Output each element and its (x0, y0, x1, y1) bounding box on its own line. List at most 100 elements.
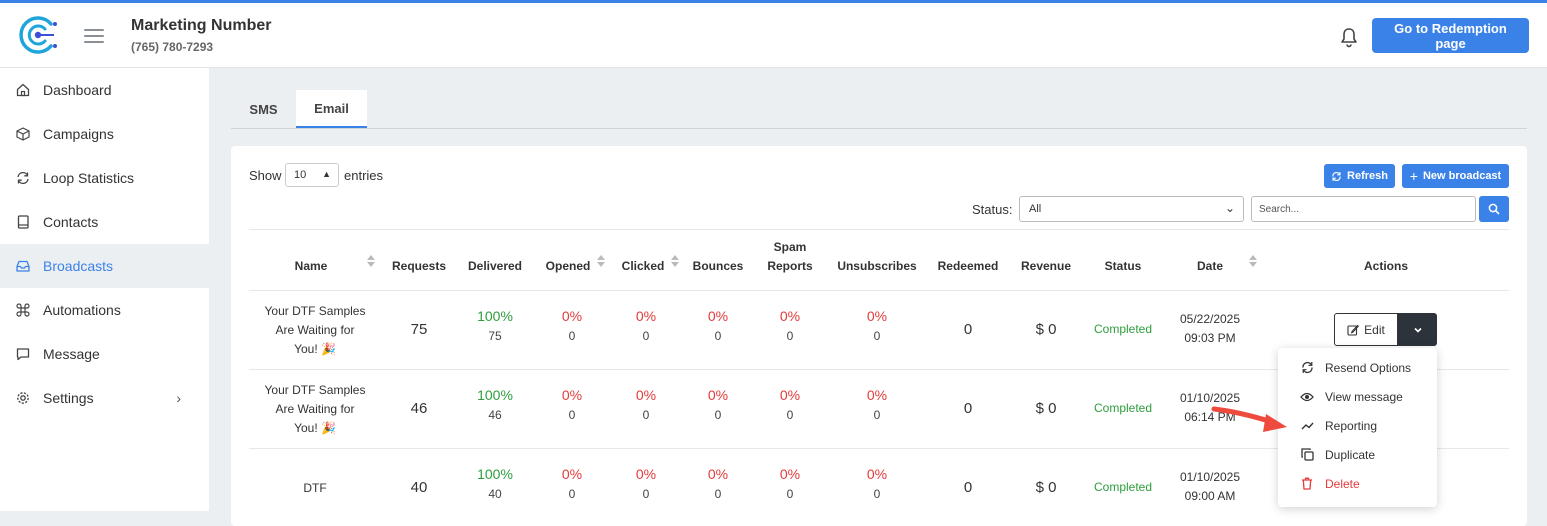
menu-item-duplicate[interactable]: Duplicate (1278, 440, 1437, 469)
table-top-divider (249, 229, 1509, 230)
sidebar-item-automations[interactable]: Automations (0, 288, 209, 332)
go-to-redemption-button[interactable]: Go to Redemption page (1372, 18, 1529, 53)
status-badge: Completed (1093, 322, 1153, 336)
date-cell: 05/22/2025 09:03 PM (1175, 310, 1245, 348)
col-header-clicked[interactable]: Clicked (615, 240, 671, 286)
sidebar-item-message[interactable]: Message (0, 332, 209, 376)
sort-icon[interactable] (671, 255, 681, 269)
sidebar-item-contacts[interactable]: Contacts (0, 200, 209, 244)
opened-count: 0 (568, 408, 576, 422)
unsub-percent: 0% (866, 466, 888, 482)
sidebar-item-dashboard[interactable]: Dashboard (0, 68, 209, 112)
trash-icon (1300, 477, 1314, 491)
sort-icon[interactable] (367, 255, 377, 269)
sidebar-item-label: Loop Statistics (43, 170, 135, 186)
entries-label: entries (344, 168, 384, 183)
top-header: Marketing Number (765) 780-7293 Go to Re… (0, 3, 1547, 68)
opened-cell: 0% 0 (540, 466, 604, 501)
delivered-cell: 100% 75 (460, 308, 530, 343)
clicked-count: 0 (642, 408, 650, 422)
menu-item-label: Duplicate (1325, 447, 1376, 462)
edit-button[interactable]: Edit (1334, 313, 1398, 346)
broadcast-name-line: You! 🎉 (294, 341, 336, 356)
new-broadcast-button[interactable]: + New broadcast (1402, 164, 1509, 188)
spam-percent: 0% (779, 308, 801, 324)
requests-value: 40 (410, 479, 428, 496)
col-label: Spam (773, 240, 807, 254)
time-value: 09:00 AM (1184, 489, 1236, 503)
col-header-name[interactable]: Name (271, 240, 351, 286)
clicked-count: 0 (642, 487, 650, 501)
new-broadcast-label: New broadcast (1422, 170, 1502, 182)
spam-cell: 0% 0 (758, 308, 822, 343)
menu-item-resend-options[interactable]: Resend Options (1278, 353, 1437, 382)
chevron-down-icon: ⌄ (1224, 201, 1235, 215)
sidebar-item-label: Dashboard (43, 82, 112, 98)
status-filter-select[interactable]: All ⌄ (1019, 196, 1244, 222)
sort-updown-icon: ▲ (322, 169, 331, 179)
actions-dropdown-toggle[interactable] (1398, 313, 1437, 346)
col-header-unsubscribes: Unsubscribes (832, 240, 922, 286)
sidebar-item-label: Automations (43, 302, 121, 318)
loop-icon (16, 171, 30, 185)
unsub-cell: 0% 0 (832, 387, 922, 422)
unsub-percent: 0% (866, 387, 888, 403)
sidebar-item-label: Campaigns (43, 126, 114, 142)
menu-item-delete[interactable]: Delete (1278, 469, 1437, 498)
menu-toggle-icon[interactable] (84, 29, 104, 43)
sidebar-item-loop-statistics[interactable]: Loop Statistics (0, 156, 209, 200)
bell-icon[interactable] (1339, 26, 1359, 48)
sidebar: Dashboard Campaigns Loop Statistics Cont… (0, 68, 209, 511)
col-header-date[interactable]: Date (1180, 240, 1240, 286)
refresh-button[interactable]: Refresh (1324, 164, 1395, 188)
sidebar-item-label: Broadcasts (43, 258, 114, 274)
sidebar-item-label: Message (43, 346, 100, 362)
menu-item-view-message[interactable]: View message (1278, 382, 1437, 411)
col-label: Bounces (692, 259, 744, 273)
opened-cell: 0% 0 (540, 387, 604, 422)
actions-menu: Resend Options View message Reporting Du… (1278, 348, 1437, 507)
clicked-percent: 0% (635, 466, 657, 482)
delivered-cell: 100% 40 (460, 466, 530, 501)
show-label: Show (249, 168, 282, 183)
sidebar-item-settings[interactable]: Settings › (0, 376, 209, 420)
resend-icon (1300, 361, 1314, 375)
plus-icon: + (1409, 168, 1418, 184)
opened-cell: 0% 0 (540, 308, 604, 343)
col-label: Opened (545, 259, 591, 273)
entries-select[interactable]: 10 ▲ (285, 163, 339, 187)
col-header-opened[interactable]: Opened (540, 240, 596, 286)
col-header-bounces: Bounces (686, 240, 750, 286)
redeemed-value: 0 (963, 479, 973, 496)
menu-item-reporting[interactable]: Reporting (1278, 411, 1437, 440)
spam-percent: 0% (779, 466, 801, 482)
search-button[interactable] (1479, 196, 1509, 222)
inbox-icon (16, 259, 30, 273)
bounces-cell: 0% 0 (686, 466, 750, 501)
sort-icon[interactable] (597, 255, 607, 269)
col-label: Date (1196, 259, 1223, 273)
sidebar-item-campaigns[interactable]: Campaigns (0, 112, 209, 156)
revenue-value: $ 0 (1035, 479, 1057, 496)
search-icon (1488, 203, 1500, 215)
delivered-count: 46 (488, 408, 502, 422)
status-filter-value: All (1029, 203, 1042, 215)
revenue-value: $ 0 (1035, 400, 1057, 417)
book-icon (16, 215, 30, 229)
col-label: Reports (767, 259, 813, 273)
tab-sms[interactable]: SMS (231, 90, 296, 128)
menu-item-label: View message (1325, 389, 1403, 404)
sort-icon[interactable] (1249, 255, 1259, 269)
spam-count: 0 (786, 408, 794, 422)
col-header-redeemed: Redeemed (931, 240, 1005, 286)
search-input[interactable] (1251, 196, 1476, 222)
bounces-cell: 0% 0 (686, 308, 750, 343)
date-cell: 01/10/2025 09:00 AM (1175, 468, 1245, 506)
tab-email[interactable]: Email (296, 90, 367, 128)
clicked-percent: 0% (635, 308, 657, 324)
status-badge: Completed (1093, 401, 1153, 415)
sidebar-item-broadcasts[interactable]: Broadcasts (0, 244, 209, 288)
unsub-cell: 0% 0 (832, 466, 922, 501)
col-header-revenue: Revenue (1014, 240, 1078, 286)
col-label: Actions (1363, 259, 1408, 273)
